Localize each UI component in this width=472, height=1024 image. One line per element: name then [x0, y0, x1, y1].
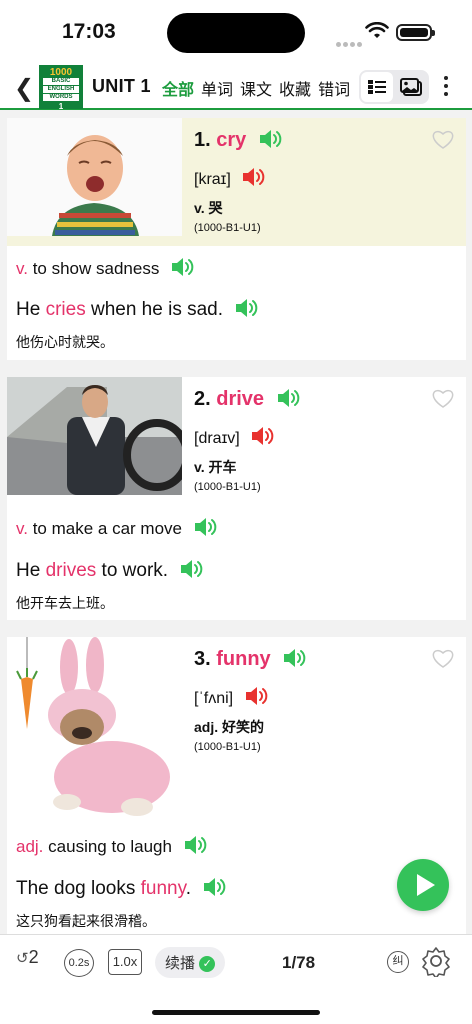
- battery-icon: [396, 24, 435, 41]
- speaker-red-icon[interactable]: [244, 685, 270, 707]
- status-bar: 17:03: [0, 0, 472, 62]
- phonetic: [draɪv]: [194, 425, 276, 448]
- speaker-icon[interactable]: [170, 256, 196, 278]
- word-code: (1000-B1-U1): [194, 481, 261, 493]
- heart-icon[interactable]: [432, 389, 454, 409]
- speaker-icon[interactable]: [202, 876, 228, 898]
- translation-zh: 他伤心时就哭。: [16, 334, 114, 350]
- speaker-red-icon[interactable]: [250, 425, 276, 447]
- speaker-icon[interactable]: [276, 387, 302, 409]
- translation-zh: 这只狗看起来很滑稽。: [16, 913, 156, 929]
- speaker-icon[interactable]: [179, 558, 205, 580]
- heart-icon[interactable]: [432, 649, 454, 669]
- dog-in-bunny-costume-photo: [7, 637, 182, 823]
- translation-zh: 他开车去上班。: [16, 595, 114, 611]
- word-card[interactable]: 1. cry [kraɪ] v. 哭 (1000-B1-U1) v. to sh…: [7, 118, 466, 360]
- man-driving-photo: [7, 377, 182, 495]
- tab-all[interactable]: 全部: [162, 82, 195, 100]
- back-chevron-icon[interactable]: ❮: [14, 74, 34, 103]
- word-card-header: 1. cry [kraɪ] v. 哭 (1000-B1-U1): [7, 118, 466, 246]
- word-heading: 2. drive: [194, 387, 302, 411]
- speed-button[interactable]: 1.0x: [108, 949, 142, 975]
- continuous-play-toggle[interactable]: 续播 ✓: [155, 947, 226, 978]
- repeat-count-button[interactable]: ↺2: [16, 947, 39, 968]
- view-switch: [359, 70, 429, 104]
- word-code: (1000-B1-U1): [194, 741, 261, 753]
- tab-bar: 全部 单词 课文 收藏 错词: [162, 76, 352, 100]
- word-card-header: 3. funny [ˈfʌni] adj. 好笑的 (1000-B1-U1): [7, 637, 466, 823]
- play-button[interactable]: [397, 859, 449, 911]
- speaker-icon[interactable]: [193, 516, 219, 538]
- tab-words[interactable]: 单词: [201, 82, 233, 99]
- part-of-speech-zh: v. 开车: [194, 459, 237, 475]
- word-text: drive: [216, 388, 265, 410]
- speaker-icon[interactable]: [258, 128, 284, 150]
- example-sentence: The dog looks funny.: [16, 876, 228, 900]
- tab-favorites[interactable]: 收藏: [279, 82, 311, 99]
- dynamic-island: [167, 13, 305, 53]
- definition: v. to show sadness: [16, 256, 196, 279]
- definition: adj. causing to laugh: [16, 834, 209, 857]
- home-indicator: [152, 1010, 320, 1015]
- part-of-speech-zh: v. 哭: [194, 200, 223, 216]
- nav-bar: ❮ 1000 BASIC ENGLISH WORDS 1 UNIT 1 全部 单词…: [0, 62, 472, 111]
- gallery-view-icon[interactable]: [395, 72, 427, 102]
- signal-icon: [336, 34, 364, 52]
- phonetic: [ˈfʌni]: [194, 685, 270, 708]
- crying-boy-photo: [7, 118, 182, 236]
- speaker-icon[interactable]: [234, 297, 260, 319]
- word-card-header: 2. drive [draɪv] v. 开车 (1000-B1-U1): [7, 377, 466, 505]
- status-time: 17:03: [62, 20, 116, 43]
- part-of-speech-zh: adj. 好笑的: [194, 719, 265, 735]
- example-sentence: He drives to work.: [16, 558, 205, 582]
- page-indicator: 1/78: [282, 953, 316, 972]
- repeat-icon: ↺: [16, 950, 29, 967]
- wifi-icon: [365, 22, 389, 38]
- example-sentence: He cries when he is sad.: [16, 297, 260, 321]
- heart-icon[interactable]: [432, 130, 454, 150]
- correction-button[interactable]: 纠: [387, 951, 409, 973]
- speaker-red-icon[interactable]: [241, 166, 267, 188]
- word-heading: 1. cry: [194, 128, 284, 152]
- checkmark-icon: ✓: [199, 956, 216, 972]
- speaker-icon[interactable]: [282, 647, 308, 669]
- interval-button[interactable]: 0.2s: [64, 949, 94, 977]
- tab-text[interactable]: 课文: [240, 82, 272, 99]
- word-card[interactable]: 2. drive [draɪv] v. 开车 (1000-B1-U1) v. t…: [7, 377, 466, 620]
- word-code: (1000-B1-U1): [194, 222, 261, 234]
- word-text: funny: [216, 648, 271, 670]
- book-cover-logo: 1000 BASIC ENGLISH WORDS 1: [39, 65, 83, 111]
- word-text: cry: [216, 129, 247, 151]
- word-heading: 3. funny: [194, 647, 308, 671]
- definition: v. to make a car move: [16, 516, 219, 539]
- more-menu-icon[interactable]: [444, 76, 448, 100]
- speaker-icon[interactable]: [183, 834, 209, 856]
- list-view-icon[interactable]: [361, 72, 393, 102]
- gear-icon[interactable]: [420, 945, 452, 977]
- tab-mistakes[interactable]: 错词: [318, 82, 350, 99]
- unit-title: UNIT 1: [92, 76, 151, 96]
- phonetic: [kraɪ]: [194, 166, 267, 189]
